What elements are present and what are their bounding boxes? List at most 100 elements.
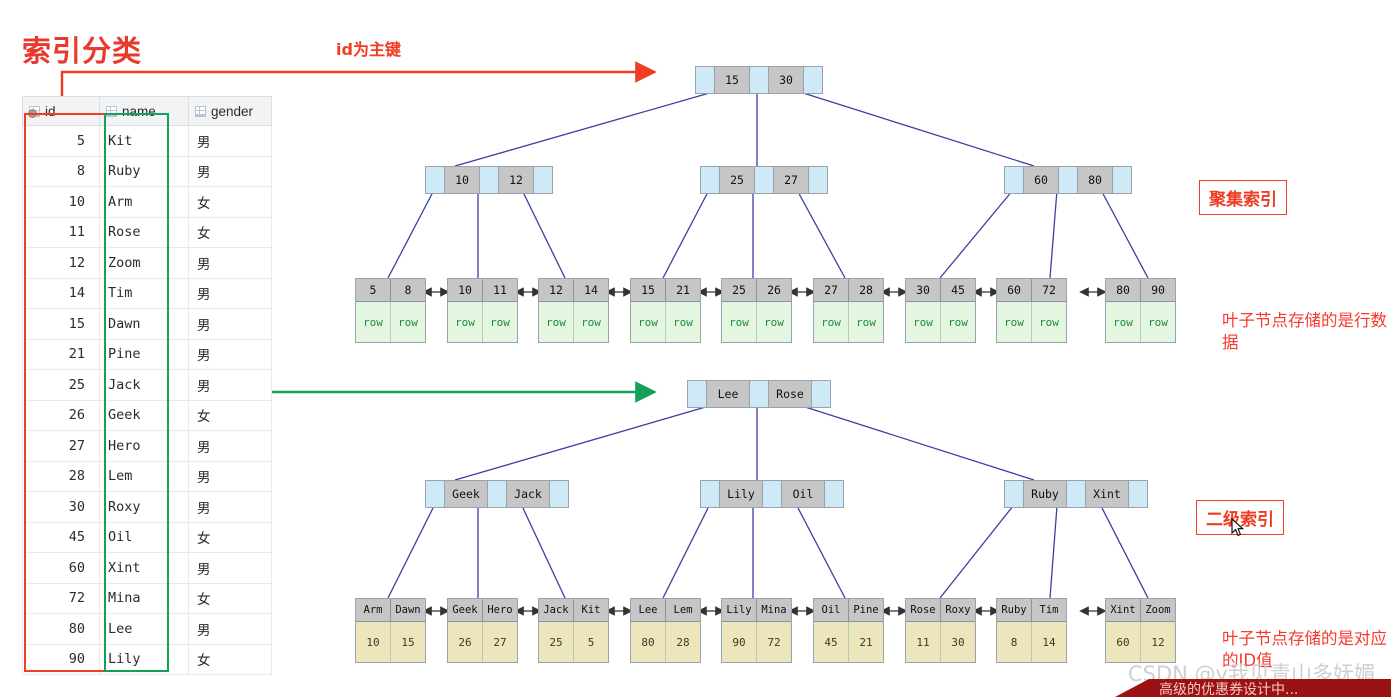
tree-node: 10 12 xyxy=(425,166,553,194)
leaf-key: 21 xyxy=(676,283,690,297)
leaf-key: Rose xyxy=(906,599,941,621)
node-pointer xyxy=(825,481,843,507)
leaf-value: 5 xyxy=(587,635,595,649)
leaf-values: row row xyxy=(356,301,425,342)
leaf-values: 11 30 xyxy=(906,621,975,662)
id-column-highlight xyxy=(24,113,106,672)
leaf-value: row xyxy=(490,315,510,329)
cell-gender: 女 xyxy=(188,522,272,553)
cell-gender: 男 xyxy=(188,369,272,401)
leaf-key: Lee xyxy=(631,599,666,621)
leaf-key: Geek xyxy=(448,599,483,621)
leaf-values: 25 5 xyxy=(539,621,608,662)
leaf-value: 80 xyxy=(631,622,666,662)
leaf-keys: 30 45 xyxy=(906,279,975,301)
leaf-key: 10 xyxy=(448,279,483,301)
leaf-keys: 12 14 xyxy=(539,279,608,301)
leaf-values: row row xyxy=(722,301,791,342)
node-key: Xint xyxy=(1086,481,1129,507)
leaf-values: 45 21 xyxy=(814,621,883,662)
leaf-node: Lily Mina 90 72 xyxy=(721,598,792,663)
leaf-key: 30 xyxy=(906,279,941,301)
leaf-values: row row xyxy=(539,301,608,342)
cell-gender: 女 xyxy=(188,644,272,675)
leaf-key: 25 xyxy=(722,279,757,301)
leaf-value: row xyxy=(1039,315,1059,329)
mouse-cursor-icon xyxy=(1231,518,1244,537)
leaf-values: row row xyxy=(448,301,517,342)
leaf-node: 80 90 row row xyxy=(1105,278,1176,343)
node-pointer xyxy=(1129,481,1147,507)
leaf-node: 5 8 row row xyxy=(355,278,426,343)
node-pointer xyxy=(696,67,715,93)
node-key: 27 xyxy=(774,167,809,193)
banner-text: 高级的优惠券设计中... xyxy=(1159,682,1299,697)
node-key: 60 xyxy=(1024,167,1059,193)
tree-node: 15 30 xyxy=(695,66,823,94)
leaf-key: 72 xyxy=(1042,283,1056,297)
cell-gender: 男 xyxy=(188,125,272,157)
leaf-node: 10 11 row row xyxy=(447,278,518,343)
leaf-value: row xyxy=(631,302,666,342)
cell-gender: 男 xyxy=(188,430,272,462)
leaf-keys: 10 11 xyxy=(448,279,517,301)
clustered-index-label: 聚集索引 xyxy=(1199,180,1287,215)
leaf-key: Hero xyxy=(487,604,513,616)
leaf-node: 27 28 row row xyxy=(813,278,884,343)
leaf-key: Roxy xyxy=(945,604,971,616)
column-header-gender-label: gender xyxy=(211,103,254,119)
tree-node: 25 27 xyxy=(700,166,828,194)
node-key: Lee xyxy=(707,381,750,407)
column-header-gender[interactable]: gender xyxy=(188,96,272,126)
leaf-key: Lily xyxy=(722,599,757,621)
leaf-key: 14 xyxy=(584,283,598,297)
leaf-key: Kit xyxy=(581,604,601,616)
leaf-keys: Arm Dawn xyxy=(356,599,425,621)
cell-gender: 男 xyxy=(188,247,272,279)
leaf-values: 8 14 xyxy=(997,621,1066,662)
leaf-node: 30 45 row row xyxy=(905,278,976,343)
leaf-node: Arm Dawn 10 15 xyxy=(355,598,426,663)
leaf-value: 27 xyxy=(493,635,507,649)
bottom-banner: 高级的优惠券设计中... xyxy=(1115,679,1391,697)
node-pointer xyxy=(426,481,445,507)
node-key: 10 xyxy=(445,167,480,193)
leaf-value: 26 xyxy=(448,622,483,662)
cell-gender: 男 xyxy=(188,491,272,523)
leaf-value: 8 xyxy=(997,622,1032,662)
leaf-value: 90 xyxy=(722,622,757,662)
leaf-values: 10 15 xyxy=(356,621,425,662)
node-pointer xyxy=(1005,167,1024,193)
cell-gender: 男 xyxy=(188,552,272,584)
node-pointer xyxy=(1059,167,1078,193)
node-pointer xyxy=(701,167,720,193)
leaf-key: 5 xyxy=(356,279,391,301)
leaf-values: row row xyxy=(906,301,975,342)
node-pointer xyxy=(480,167,499,193)
leaf-key: Tim xyxy=(1039,604,1059,616)
leaf-value: 11 xyxy=(906,622,941,662)
leaf-keys: 15 21 xyxy=(631,279,700,301)
leaf-value: 21 xyxy=(859,635,873,649)
node-key: Geek xyxy=(445,481,488,507)
node-pointer xyxy=(763,481,782,507)
leaf-key: Lem xyxy=(673,604,693,616)
cell-gender: 男 xyxy=(188,156,272,187)
leaf-keys: 60 72 xyxy=(997,279,1066,301)
name-column-highlight xyxy=(104,113,169,672)
leaf-value: row xyxy=(814,302,849,342)
node-pointer xyxy=(804,67,822,93)
leaf-values: row row xyxy=(997,301,1066,342)
leaf-value: 45 xyxy=(814,622,849,662)
grid-column-icon xyxy=(195,105,206,117)
leaf-value: 72 xyxy=(767,635,781,649)
leaf-values: row row xyxy=(631,301,700,342)
leaf-value: 60 xyxy=(1106,622,1141,662)
node-pointer xyxy=(750,67,769,93)
leaf-node: 60 72 row row xyxy=(996,278,1067,343)
leaf-key: 60 xyxy=(997,279,1032,301)
leaf-key: 8 xyxy=(404,283,412,297)
node-pointer xyxy=(426,167,445,193)
leaf-key: 12 xyxy=(539,279,574,301)
leaf-node: 15 21 row row xyxy=(630,278,701,343)
